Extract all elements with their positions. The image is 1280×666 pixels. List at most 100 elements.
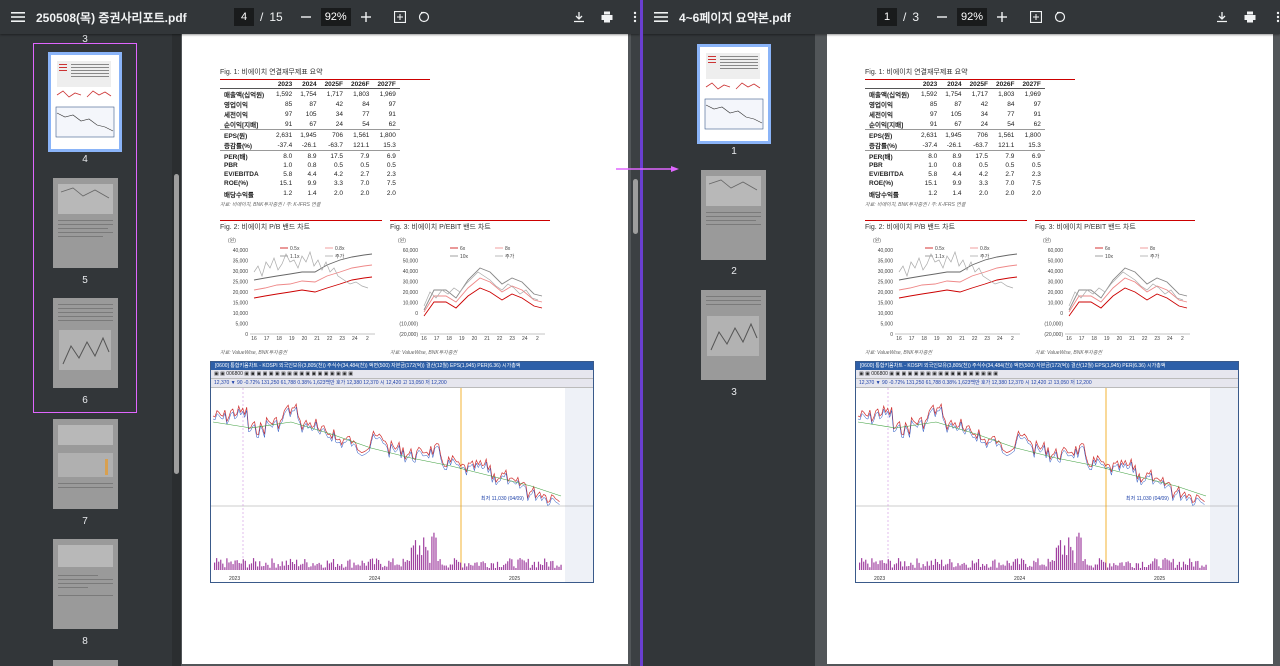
volume-bar [476, 562, 478, 570]
table-cell: ROE(%) [869, 180, 894, 188]
y-tick-label: 20,000 [1048, 290, 1064, 296]
volume-bar [347, 560, 349, 570]
table-cell: 15.3 [383, 141, 396, 149]
volume-bar [1123, 565, 1125, 570]
table-cell: 15.1 [279, 180, 293, 188]
thumbnail-page-8[interactable] [53, 539, 118, 629]
pebit-band-chart: Fig. 3: 비에이치 P/EBIT 밴드 차트 (원) 60,000 50,00… [390, 220, 550, 356]
volume-bar [1195, 561, 1197, 570]
fit-page-icon[interactable] [1027, 8, 1045, 26]
zoom-in-button[interactable] [993, 8, 1011, 26]
table-header-cell: 2023 [272, 81, 297, 89]
fit-page-icon[interactable] [391, 8, 409, 26]
sidebar-scrollbar[interactable] [172, 34, 181, 666]
volume-bar [503, 564, 505, 570]
volume-bar [304, 559, 306, 570]
volume-bar [1029, 565, 1031, 570]
thumbnail-page-9[interactable] [53, 660, 118, 666]
table-row: EPS(원) 2,631 1,945 706 1,561 1,800 [865, 129, 1045, 140]
volume-bar [1016, 558, 1019, 570]
volume-bar [314, 565, 316, 570]
thumbnail-page-1[interactable] [697, 44, 771, 144]
zoom-input[interactable]: 92% [320, 8, 351, 26]
zoom-input[interactable]: 92% [957, 8, 988, 26]
volume-bar [351, 567, 353, 570]
table-cell: 706 [332, 131, 343, 139]
zoom-out-button[interactable] [933, 8, 951, 26]
volume-bar [1129, 563, 1131, 570]
thumbnail-page-2[interactable] [701, 170, 766, 260]
page-total: 15 [269, 10, 283, 24]
band-line-high [253, 253, 373, 281]
more-options-icon[interactable] [1269, 8, 1280, 26]
table-cell: 84 [1007, 100, 1015, 108]
thumbnail-page-4[interactable] [48, 52, 122, 152]
thumbnail-page-3[interactable] [701, 290, 766, 380]
volume-bar [488, 567, 490, 570]
table-cell: 121.1 [353, 141, 370, 149]
document-scrollbar[interactable] [631, 34, 640, 666]
volume-bar [255, 561, 257, 570]
volume-bar [308, 567, 310, 570]
y-tick-label: 20,000 [233, 290, 249, 296]
print-icon[interactable] [598, 8, 616, 26]
zoom-out-button[interactable] [297, 8, 315, 26]
table-cell: 1,592 [276, 90, 293, 98]
volume-bar [310, 566, 312, 570]
volume-bar [934, 558, 937, 570]
volume-bar [433, 532, 435, 570]
volume-bar [234, 560, 236, 570]
download-icon[interactable] [1213, 8, 1231, 26]
volume-bar [1199, 567, 1201, 570]
x-tick-label: 23 [1154, 336, 1160, 342]
fig2-rule [220, 220, 382, 221]
print-icon[interactable] [1241, 8, 1259, 26]
volume-bar [871, 558, 873, 570]
stock-chart-toolbar[interactable]: ▣ ▣ 006800 ▣ ▣ ▣ ▣ ▣ ▣ ▣ ▣ ▣ ▣ ▣ ▣ ▣ ▣ ▣… [211, 370, 593, 379]
x-tick-label: 17 [264, 336, 270, 342]
table-cell: 0.5 [333, 162, 343, 170]
unit-label: (원) [873, 237, 881, 244]
table-cell: 7.0 [360, 180, 370, 188]
stock-quote-bar: 12,370 ▼ 90 -0.72% 131,250 61,788 0.38% … [856, 379, 1238, 388]
unit-label: (원) [1043, 237, 1051, 244]
fig3-title: Fig. 3: 비에이치 P/EBIT 밴드 차트 [1035, 224, 1136, 231]
volume-bar [1092, 567, 1094, 570]
menu-icon[interactable] [643, 0, 679, 34]
volume-bar [881, 560, 883, 570]
zoom-in-button[interactable] [357, 8, 375, 26]
download-icon[interactable] [570, 8, 588, 26]
table-cell: 1,754 [945, 90, 962, 98]
thumb-label-2: 2 [731, 266, 737, 277]
table-cell: 순이익[지배] [224, 122, 259, 129]
document-scroll-thumb[interactable] [633, 179, 638, 234]
volume-bar [1100, 559, 1103, 570]
sidebar-scroll-thumb[interactable] [174, 174, 179, 474]
volume-bar [1187, 565, 1189, 570]
fig3-source: 자료: ValueWise, BNK투자증권 [390, 350, 458, 356]
volume-bar [326, 560, 328, 570]
band-line-mid [423, 277, 543, 313]
table-cell: 87 [309, 100, 317, 108]
page-number-input[interactable]: 4 [234, 8, 254, 26]
financial-summary-table: 2023 2024 2025F 2026F 2027F 매출액(십억원) 1,592 1,7… [865, 81, 1045, 199]
volume-bar [988, 567, 990, 570]
more-options-icon[interactable] [626, 8, 640, 26]
thumbnail-page-7[interactable] [53, 419, 118, 509]
rotate-icon[interactable] [1051, 8, 1069, 26]
volume-bar [1125, 562, 1127, 570]
y-tick-label: 15,000 [233, 301, 249, 307]
page-number-input[interactable]: 1 [877, 8, 897, 26]
y-tick-label: 10,000 [233, 311, 249, 317]
menu-icon[interactable] [0, 0, 36, 34]
volume-bar [386, 566, 388, 570]
page-separator: / [903, 10, 907, 24]
thumbnail-page-6[interactable] [53, 298, 118, 388]
rotate-icon[interactable] [415, 8, 433, 26]
stock-chart-toolbar[interactable]: ▣ ▣ 006800 ▣ ▣ ▣ ▣ ▣ ▣ ▣ ▣ ▣ ▣ ▣ ▣ ▣ ▣ ▣… [856, 370, 1238, 379]
volume-bar [365, 565, 367, 570]
volume-bar [306, 562, 308, 570]
volume-bar [394, 565, 396, 570]
volume-bar [345, 566, 347, 570]
thumbnail-page-5[interactable] [53, 178, 118, 268]
